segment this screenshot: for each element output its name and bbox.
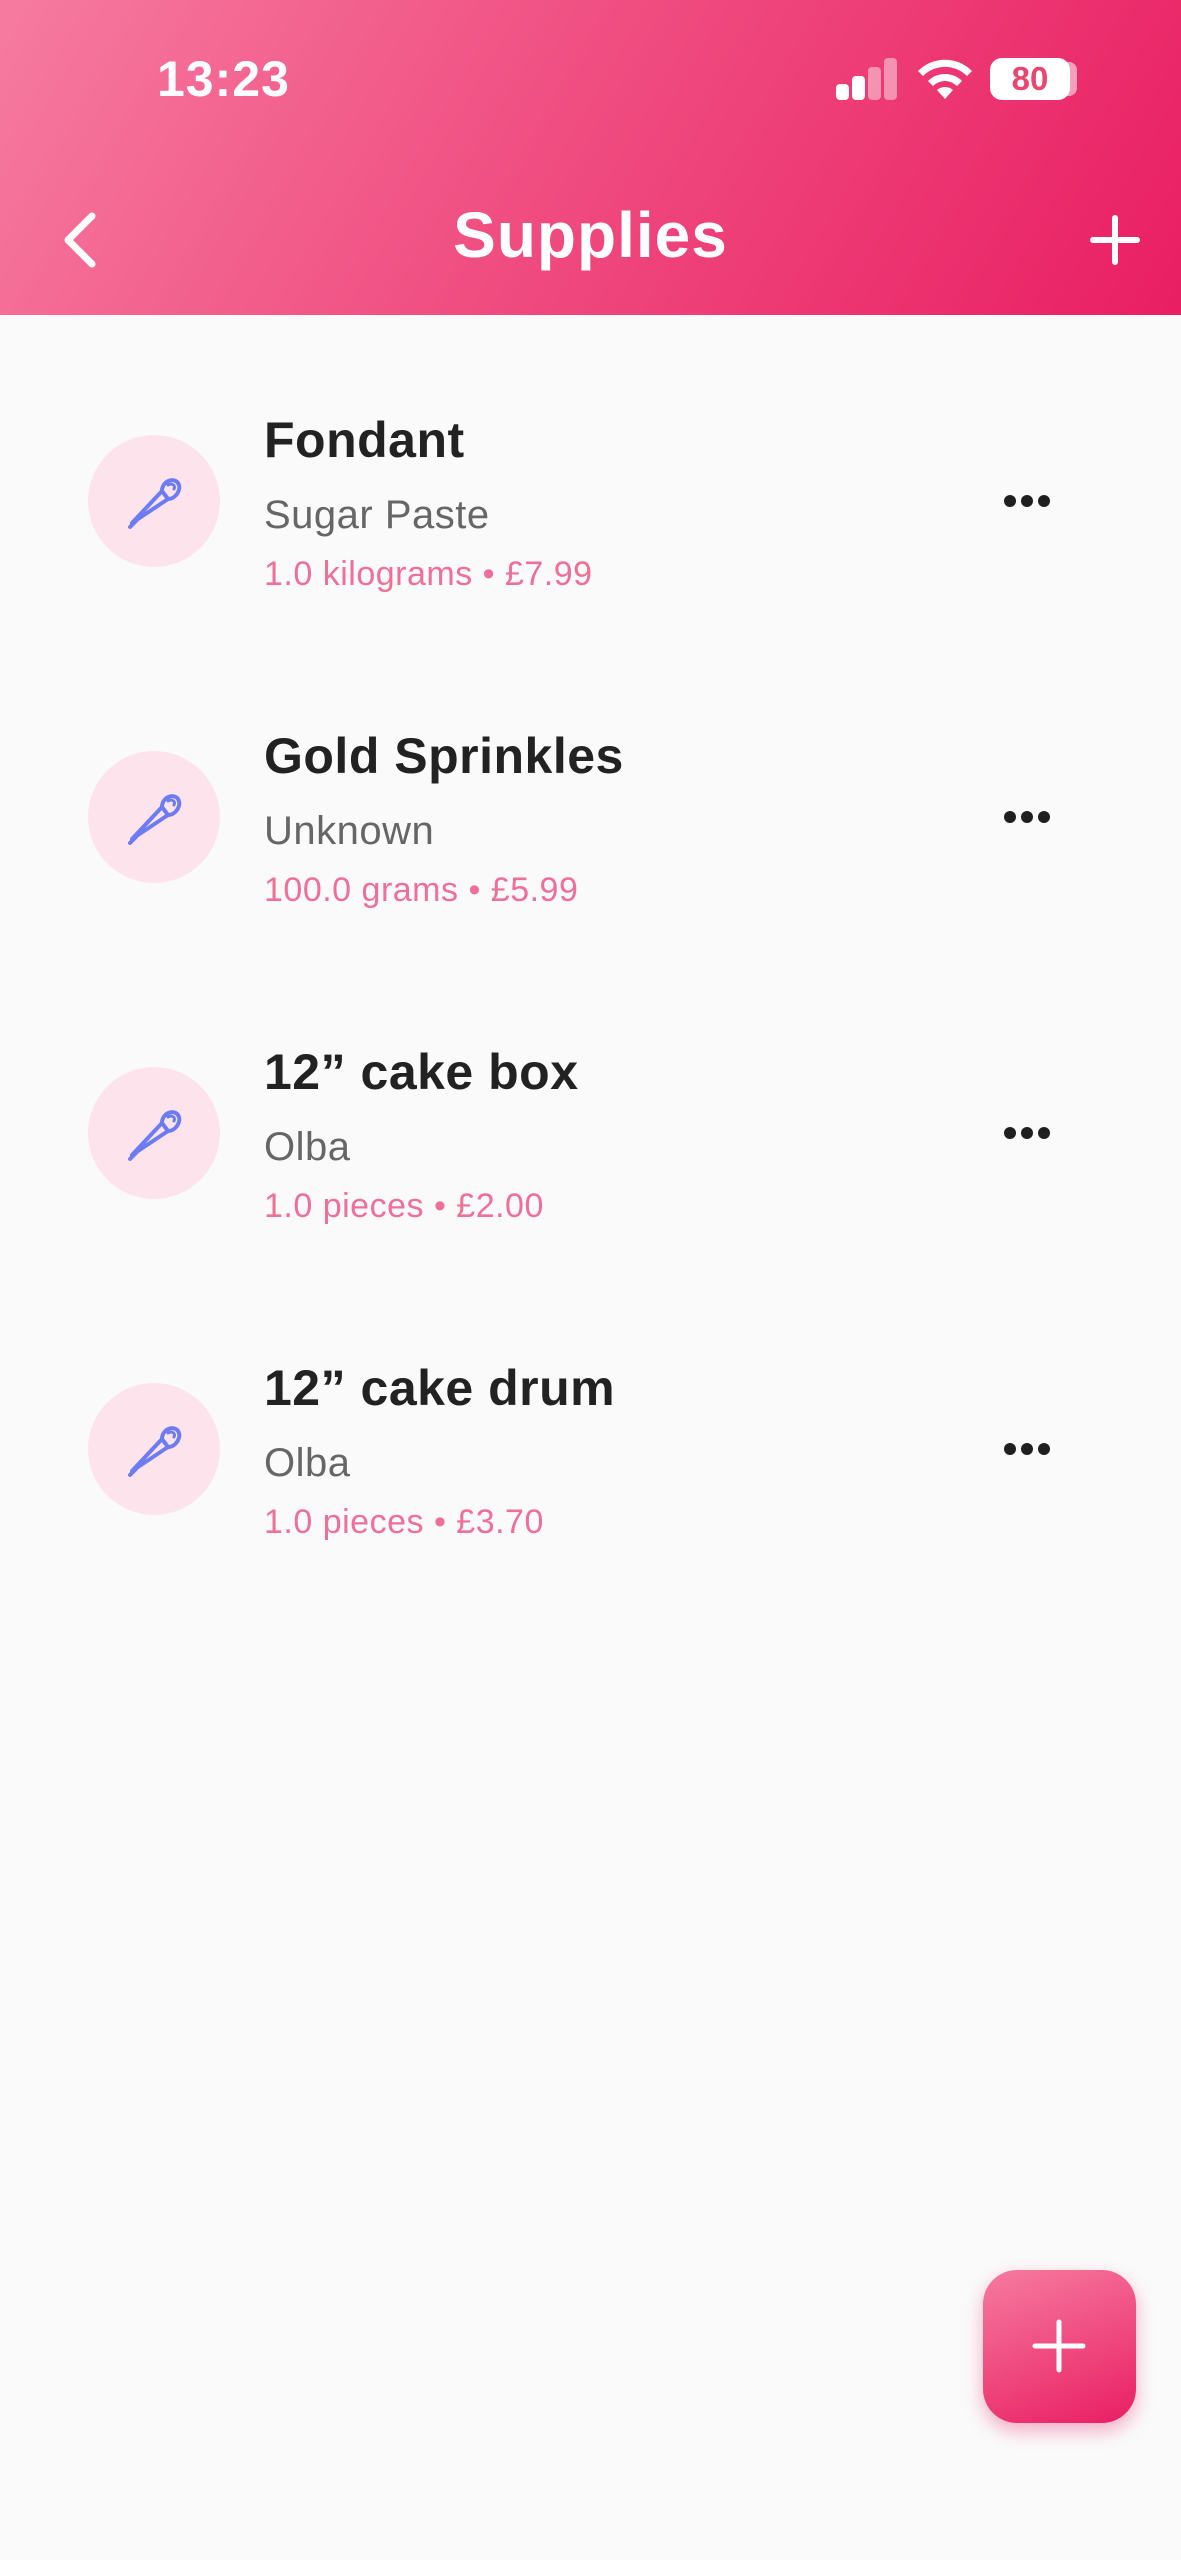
supply-name: 12” cake box <box>264 1044 579 1100</box>
add-supply-button[interactable] <box>1085 210 1145 270</box>
supply-quantity-price: 1.0 pieces • £2.00 <box>264 1187 544 1225</box>
plus-icon <box>1032 2319 1086 2373</box>
supply-name: Gold Sprinkles <box>264 728 624 784</box>
supply-brand: Unknown <box>264 809 435 853</box>
supply-list-item[interactable]: Fondant Sugar Paste 1.0 kilograms • £7.99 <box>0 405 1181 695</box>
supply-brand: Sugar Paste <box>264 493 490 537</box>
supply-list-item[interactable]: 12” cake box Olba 1.0 pieces • £2.00 <box>0 1037 1181 1327</box>
supply-name: 12” cake drum <box>264 1360 616 1416</box>
piping-bag-icon <box>128 794 182 845</box>
signal-icon <box>836 58 898 100</box>
piping-bag-icon <box>128 1426 182 1477</box>
supply-quantity-price: 100.0 grams • £5.99 <box>264 871 579 909</box>
wifi-icon <box>918 59 972 99</box>
supply-list-item[interactable]: 12” cake drum Olba 1.0 pieces • £3.70 <box>0 1353 1181 1643</box>
battery-cap <box>1067 62 1077 96</box>
supply-avatar <box>88 435 220 567</box>
supply-list-item[interactable]: Gold Sprinkles Unknown 100.0 grams • £5.99 <box>0 721 1181 1011</box>
piping-bag-icon <box>128 1110 182 1161</box>
more-horizontal-icon[interactable] <box>1000 1113 1054 1153</box>
supply-quantity-price: 1.0 pieces • £3.70 <box>264 1503 544 1541</box>
add-fab-button[interactable] <box>983 2270 1136 2423</box>
status-time: 13:23 <box>157 51 290 107</box>
piping-bag-icon <box>128 478 182 529</box>
page-title: Supplies <box>453 199 728 271</box>
supply-brand: Olba <box>264 1441 351 1485</box>
supply-name: Fondant <box>264 412 465 468</box>
battery-icon: 80 <box>990 58 1070 100</box>
more-horizontal-icon[interactable] <box>1000 1429 1054 1469</box>
app-header: 13:23 80 Supplies <box>0 0 1181 315</box>
more-horizontal-icon[interactable] <box>1000 481 1054 521</box>
supply-quantity-price: 1.0 kilograms • £7.99 <box>264 555 593 593</box>
supply-avatar <box>88 751 220 883</box>
supply-avatar <box>88 1383 220 1515</box>
more-horizontal-icon[interactable] <box>1000 797 1054 837</box>
supply-avatar <box>88 1067 220 1199</box>
supply-brand: Olba <box>264 1125 351 1169</box>
